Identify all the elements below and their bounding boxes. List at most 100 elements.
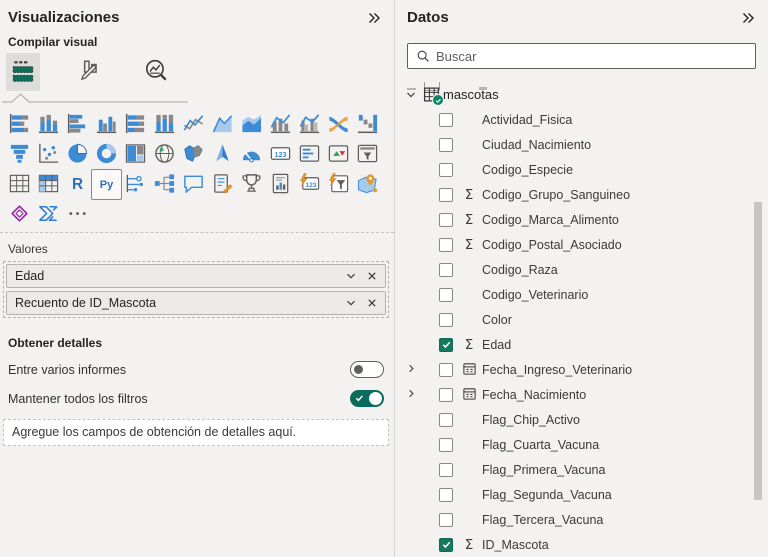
field-row-fecha_nacimiento[interactable]: Fecha_Nacimiento xyxy=(395,382,768,407)
field-checkbox[interactable] xyxy=(439,462,453,477)
chevron-right-icon[interactable] xyxy=(406,362,417,377)
visual-line-and-stacked-column-chart[interactable] xyxy=(266,110,295,139)
toggle-on[interactable] xyxy=(350,390,384,407)
visual-power-automate[interactable] xyxy=(34,200,63,229)
field-pill[interactable]: Edad xyxy=(6,264,386,288)
collapse-pane-icon[interactable] xyxy=(740,10,756,26)
visual-hundred-stacked-column-chart[interactable] xyxy=(150,110,179,139)
field-checkbox[interactable] xyxy=(439,137,453,152)
visual-smart-narrative[interactable] xyxy=(208,170,237,199)
visual-paginated-report[interactable] xyxy=(266,170,295,199)
field-checkbox[interactable] xyxy=(439,237,453,252)
visual-table[interactable] xyxy=(5,170,34,199)
visual-hundred-stacked-bar-chart[interactable] xyxy=(121,110,150,139)
field-checkbox[interactable] xyxy=(439,387,453,402)
field-row-flag_primera_vacuna[interactable]: Flag_Primera_Vacuna xyxy=(395,457,768,482)
visual-line-chart[interactable] xyxy=(179,110,208,139)
visual-kpi[interactable] xyxy=(324,140,353,169)
field-checkbox[interactable] xyxy=(439,537,453,552)
search-box[interactable] xyxy=(407,43,756,69)
visual-treemap[interactable] xyxy=(121,140,150,169)
visual-gauge[interactable] xyxy=(237,140,266,169)
visual-matrix[interactable] xyxy=(34,170,63,199)
visual-arcgis-map[interactable] xyxy=(353,170,382,199)
visual-clustered-column-chart[interactable] xyxy=(92,110,121,139)
field-row-color[interactable]: Color xyxy=(395,307,768,332)
visual-clustered-bar-chart[interactable] xyxy=(63,110,92,139)
field-checkbox[interactable] xyxy=(439,512,453,527)
field-checkbox[interactable] xyxy=(439,312,453,327)
field-row-codigo_postal_asociado[interactable]: Σ Codigo_Postal_Asociado xyxy=(395,232,768,257)
visual-funnel-chart[interactable] xyxy=(5,140,34,169)
visual-filled-map[interactable] xyxy=(179,140,208,169)
field-checkbox[interactable] xyxy=(439,112,453,127)
visual-q-and-a[interactable] xyxy=(179,170,208,199)
visual-map[interactable] xyxy=(150,140,179,169)
tab-build-visual[interactable] xyxy=(6,53,40,91)
visual-donut-chart[interactable] xyxy=(92,140,121,169)
field-row-codigo_grupo_sanguineo[interactable]: Σ Codigo_Grupo_Sanguineo xyxy=(395,182,768,207)
field-row-actividad_fisica[interactable]: Actividad_Fisica xyxy=(395,107,768,132)
vertical-scrollbar-thumb[interactable] xyxy=(754,202,762,500)
field-checkbox[interactable] xyxy=(439,287,453,302)
visual-waterfall-chart[interactable] xyxy=(353,110,382,139)
visual-stacked-bar-chart[interactable] xyxy=(5,110,34,139)
visual-stacked-column-chart[interactable] xyxy=(34,110,63,139)
field-checkbox[interactable] xyxy=(439,212,453,227)
visual-r-script-visual[interactable]: R xyxy=(63,170,92,199)
visual-new-card[interactable]: 123 xyxy=(295,170,324,199)
field-row-codigo_marca_alimento[interactable]: Σ Codigo_Marca_Alimento xyxy=(395,207,768,232)
values-field-well[interactable]: Edad Recuento de ID_Mascota xyxy=(3,261,389,318)
field-row-flag_cuarta_vacuna[interactable]: Flag_Cuarta_Vacuna xyxy=(395,432,768,457)
field-row-ciudad_nacimiento[interactable]: Ciudad_Nacimiento xyxy=(395,132,768,157)
visual-stacked-area-chart[interactable] xyxy=(237,110,266,139)
collapse-pane-icon[interactable] xyxy=(366,10,382,26)
visual-ribbon-chart[interactable] xyxy=(324,110,353,139)
visual-decomposition-tree[interactable] xyxy=(150,170,179,199)
tab-analytics[interactable] xyxy=(139,53,173,91)
visual-scatter-chart[interactable] xyxy=(34,140,63,169)
visual-slicer[interactable] xyxy=(353,140,382,169)
visual-azure-map[interactable] xyxy=(208,140,237,169)
field-row-flag_segunda_vacuna[interactable]: Flag_Segunda_Vacuna xyxy=(395,482,768,507)
field-checkbox[interactable] xyxy=(439,412,453,427)
field-checkbox[interactable] xyxy=(439,437,453,452)
remove-field-icon[interactable] xyxy=(366,297,378,309)
visual-metrics[interactable] xyxy=(237,170,266,199)
field-checkbox[interactable] xyxy=(439,362,453,377)
field-checkbox[interactable] xyxy=(439,337,453,352)
visual-more-visuals[interactable] xyxy=(63,200,92,229)
visual-pie-chart[interactable] xyxy=(63,140,92,169)
visual-area-chart[interactable] xyxy=(208,110,237,139)
visual-line-and-clustered-column-chart[interactable] xyxy=(295,110,324,139)
remove-field-icon[interactable] xyxy=(366,270,378,282)
field-row-codigo_especie[interactable]: Codigo_Especie xyxy=(395,157,768,182)
chevron-right-icon[interactable] xyxy=(406,387,417,402)
toggle-off[interactable] xyxy=(350,361,384,378)
chevron-down-icon[interactable] xyxy=(345,270,357,282)
visual-python-visual[interactable]: Py xyxy=(91,169,122,200)
tab-format-visual[interactable] xyxy=(72,53,106,91)
field-pill[interactable]: Recuento de ID_Mascota xyxy=(6,291,386,315)
visual-power-apps[interactable] xyxy=(5,200,34,229)
chevron-down-icon[interactable] xyxy=(405,89,417,101)
chevron-down-icon[interactable] xyxy=(345,297,357,309)
field-row-codigo_raza[interactable]: Codigo_Raza xyxy=(395,257,768,282)
field-checkbox[interactable] xyxy=(439,487,453,502)
visual-card[interactable]: 123 xyxy=(266,140,295,169)
field-row-flag_tercera_vacuna[interactable]: Flag_Tercera_Vacuna xyxy=(395,507,768,532)
visual-multi-row-card[interactable] xyxy=(295,140,324,169)
field-row-codigo_veterinario[interactable]: Codigo_Veterinario xyxy=(395,282,768,307)
table-node-mascotas[interactable]: mascotas xyxy=(395,82,768,107)
field-checkbox[interactable] xyxy=(439,162,453,177)
field-row-flag_chip_activo[interactable]: Flag_Chip_Activo xyxy=(395,407,768,432)
field-row-edad[interactable]: Σ Edad xyxy=(395,332,768,357)
field-row-fecha_ingreso_veterinario[interactable]: Fecha_Ingreso_Veterinario xyxy=(395,357,768,382)
field-checkbox[interactable] xyxy=(439,262,453,277)
visual-new-slicer[interactable] xyxy=(324,170,353,199)
search-input[interactable] xyxy=(434,47,749,65)
field-checkbox[interactable] xyxy=(439,187,453,202)
visual-key-influencers[interactable] xyxy=(121,170,150,199)
field-row-id_mascota[interactable]: Σ ID_Mascota xyxy=(395,532,768,557)
drillthrough-dropzone[interactable]: Agregue los campos de obtención de detal… xyxy=(3,419,389,446)
